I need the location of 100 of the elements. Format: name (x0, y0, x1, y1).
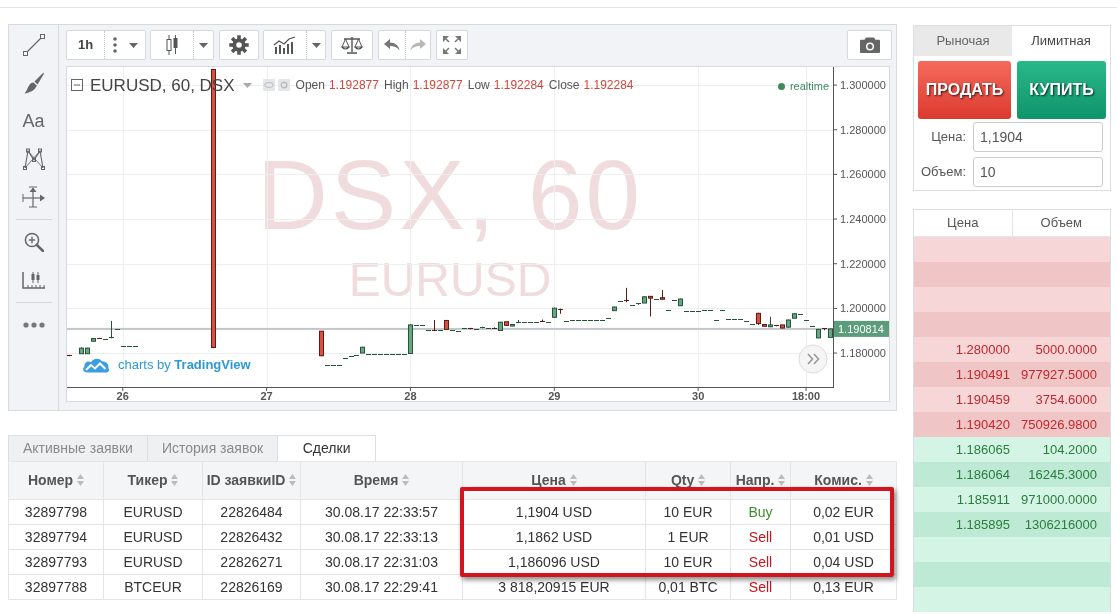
sell-button[interactable]: ПРОДАТЬ (918, 61, 1011, 119)
ohlc-label: Low (467, 77, 490, 94)
volume-text: 977927.5000 (1020, 365, 1098, 384)
price-axis-label: 1.300000 (840, 79, 886, 92)
price-axis-label: 1.240000 (840, 213, 886, 226)
bid-row[interactable]: 1.185895 1306216000 (914, 512, 1110, 537)
caret-icon[interactable] (242, 82, 252, 88)
table-cell: 1 EUR (645, 524, 731, 550)
field-label: Объем: (919, 163, 966, 182)
bid-row[interactable]: 1.186065 104.2000 (914, 437, 1110, 462)
volume-text: 971000.0000 (1020, 490, 1098, 509)
price-axis-label: 1.220000 (840, 257, 886, 270)
column-header[interactable]: ID заявкиID (202, 461, 301, 500)
column-header[interactable]: Цена (914, 210, 1012, 236)
price-text: 1.185911 (955, 490, 1011, 509)
brush-icon[interactable] (23, 72, 44, 94)
collapse-icon[interactable] (71, 79, 83, 91)
price-text: 1.190459 (954, 390, 1011, 409)
price-axis-label: 1.200000 (840, 302, 886, 315)
scales-icon (341, 36, 363, 54)
table-cell: BTCEUR (103, 574, 203, 600)
more-dots-icon[interactable] (22, 322, 45, 328)
table-cell: 32897798 (8, 499, 104, 525)
cloud-logo-icon[interactable] (82, 356, 110, 373)
pattern-tool-icon[interactable] (22, 148, 45, 170)
table-cell: 0,01 USD (790, 524, 897, 550)
ruler-candles-icon[interactable] (21, 271, 46, 289)
ohlc-value: 1.192877 (412, 77, 463, 94)
time-axis-label: 18:00 (791, 390, 821, 401)
price-tag: 1.190814 (834, 320, 889, 337)
text-tool[interactable]: Aa (22, 112, 45, 130)
time-axis-label: 30 (692, 390, 705, 401)
table-cell: 0,13 EUR (790, 574, 897, 600)
table-cell: 0,01 BTC (645, 574, 731, 600)
candlestick-icon (165, 34, 179, 56)
sort-icon (865, 474, 873, 487)
fullscreen-button[interactable] (437, 31, 467, 59)
compare-button[interactable] (332, 31, 372, 59)
ask-row[interactable]: 1.190459 3754.6000 (914, 387, 1110, 412)
redo-icon (410, 39, 426, 51)
volume-text: 5000.0000 (1034, 340, 1098, 359)
table-cell: Sell (730, 574, 791, 600)
measure-icon[interactable] (21, 186, 46, 208)
screenshot-button[interactable] (848, 31, 891, 59)
ask-row[interactable]: 1.280000 5000.0000 (914, 337, 1110, 362)
price-text: 1.186065 (954, 440, 1011, 459)
table-cell: EURUSD (103, 549, 203, 575)
table-cell: 22826271 (202, 549, 301, 575)
scroll-right-button[interactable] (798, 344, 828, 374)
indicators-dropdown[interactable] (306, 31, 325, 59)
column-header[interactable]: Время (300, 461, 463, 500)
sort-icon (171, 474, 179, 487)
settings-button[interactable] (220, 31, 258, 59)
bid-row[interactable]: 1.185911 971000.0000 (914, 487, 1110, 512)
time-axis-label: 28 (404, 390, 417, 401)
ohlc-value: 1.192284 (493, 77, 544, 94)
indicators-icon (273, 36, 297, 54)
gear-icon (229, 35, 249, 55)
column-header[interactable]: Тикер (103, 461, 203, 500)
sort-icon (569, 474, 577, 487)
field-label: Цена: (930, 128, 966, 147)
input-field[interactable]: 10 (973, 157, 1103, 187)
realtime-status: realtime (789, 79, 829, 94)
column-header[interactable]: Объем (1011, 210, 1110, 236)
column-header[interactable]: Номер (8, 461, 104, 500)
time-axis-label: 26 (116, 390, 129, 401)
order-type-tab[interactable]: Рыночая (914, 26, 1012, 56)
table-cell: 22826169 (202, 574, 301, 600)
bid-row[interactable]: 1.186064 16245.3000 (914, 462, 1110, 487)
table-cell: 1,1904 USD (462, 499, 646, 525)
table-cell: EURUSD (103, 499, 203, 525)
ask-row[interactable]: 1.190420 750926.9800 (914, 412, 1110, 437)
sort-icon (77, 474, 85, 487)
table-cell: 22826484 (202, 499, 301, 525)
caret-icon (311, 42, 321, 48)
time-axis-label: 29 (548, 390, 561, 401)
input-field[interactable]: 1,1904 (973, 122, 1103, 152)
ohlc-value: 1.192877 (328, 77, 379, 94)
volume-text: 3754.6000 (1034, 390, 1098, 409)
volume-text: 104.2000 (1041, 440, 1098, 459)
zoom-in-icon[interactable] (23, 232, 44, 252)
vertical-dots-icon (112, 37, 117, 53)
trend-line-icon[interactable] (22, 34, 45, 56)
price-text: 1.186064 (954, 465, 1011, 484)
chart-type-dropdown[interactable] (193, 31, 213, 59)
undo-icon (384, 39, 400, 51)
volume-text: 16245.3000 (1027, 465, 1098, 484)
volume-text: 750926.9800 (1020, 415, 1098, 434)
interval-menu-button[interactable] (104, 31, 145, 59)
fullscreen-icon (443, 36, 461, 54)
camera-icon (859, 37, 880, 53)
ohlc-label: High (383, 77, 409, 94)
table-cell: 32897793 (8, 549, 104, 575)
price-text: 1.185895 (954, 515, 1011, 534)
sort-icon (289, 474, 297, 487)
table-cell: 0,02 EUR (790, 499, 897, 525)
ask-row[interactable]: 1.190491 977927.5000 (914, 362, 1110, 387)
table-cell: 32897788 (8, 574, 104, 600)
history-tab[interactable]: Сделки (277, 435, 377, 461)
attribution-text: charts by TradingView (118, 356, 251, 374)
